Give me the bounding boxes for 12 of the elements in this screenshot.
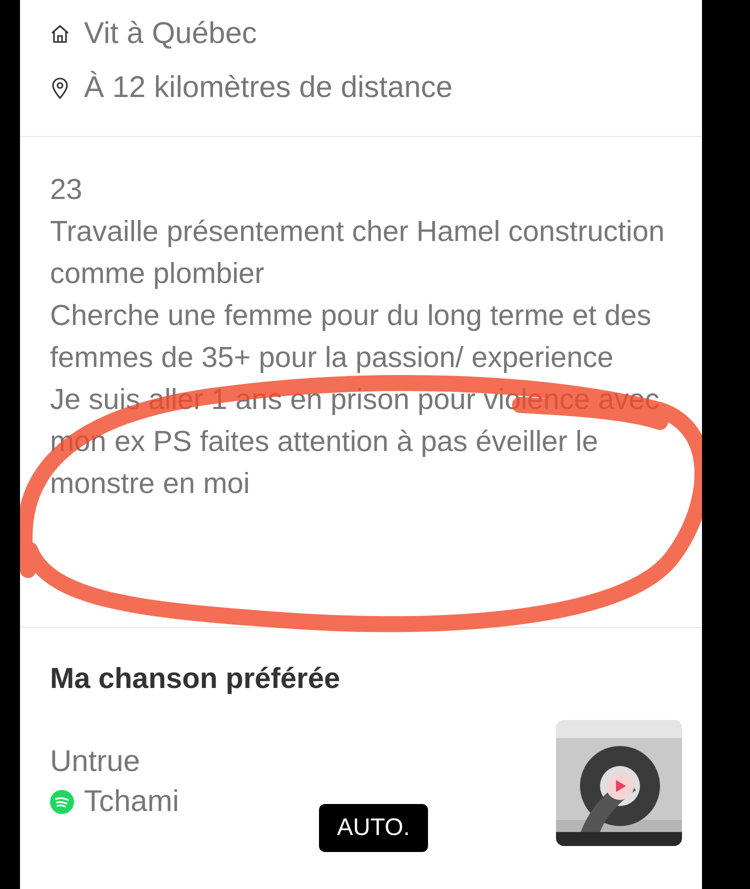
song-artist: Tchami bbox=[84, 784, 180, 820]
home-icon bbox=[50, 24, 70, 44]
bio-text: Cherche une femme pour du long terme et des femmes de 35+ pour la passion/ experience bbox=[50, 299, 652, 376]
music-service-icon bbox=[50, 790, 74, 814]
bio-text: 23 bbox=[50, 173, 84, 208]
location-pin-icon bbox=[50, 77, 70, 99]
song-title: Untrue bbox=[50, 744, 142, 780]
auto-badge: AUTO. bbox=[319, 804, 428, 852]
profile-detail: À 12 kilomètres de distance bbox=[84, 70, 453, 106]
profile-detail: Vit à Québec bbox=[84, 16, 257, 52]
bio-text: Travaille présentement cher Hamel construction comme plombier bbox=[50, 215, 666, 292]
section-heading: Ma chanson préférée bbox=[50, 662, 342, 697]
